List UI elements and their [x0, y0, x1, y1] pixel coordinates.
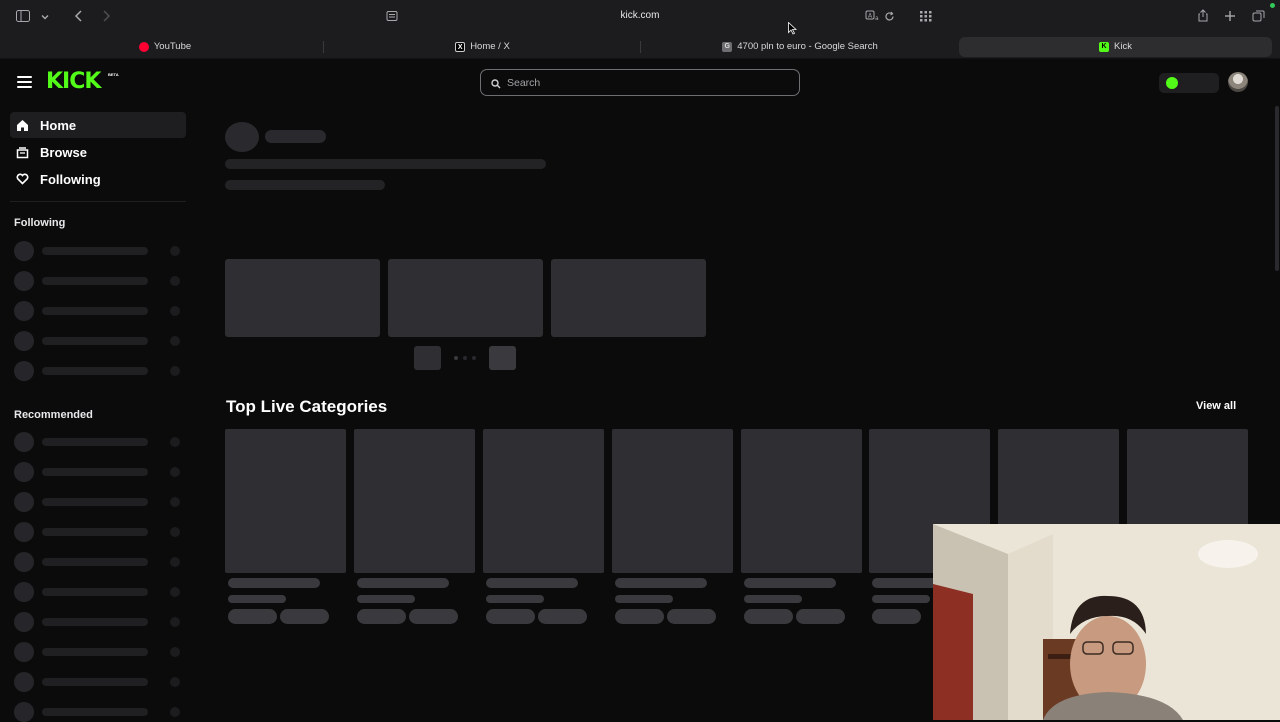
featured-title-skeleton: [225, 159, 546, 169]
sidebar-item-label: Home: [40, 117, 77, 133]
view-all-link[interactable]: View all: [1196, 400, 1236, 412]
x-favicon-icon: X: [455, 42, 466, 52]
tab-label: Kick: [1114, 41, 1132, 52]
tab-overview-icon[interactable]: [1249, 9, 1267, 27]
youtube-favicon-icon: [138, 42, 149, 52]
page-scrollbar[interactable]: [1275, 106, 1279, 271]
top-live-categories-title: Top Live Categories: [226, 397, 388, 416]
tab-x[interactable]: X Home / X: [330, 37, 635, 57]
tab-label: YouTube: [153, 41, 192, 52]
site-header: KICK BETA: [0, 60, 1280, 105]
menu-icon[interactable]: [17, 76, 32, 88]
carousel-dot[interactable]: [454, 356, 458, 360]
search-box[interactable]: [480, 69, 800, 96]
following-skeleton-row: [14, 331, 184, 351]
svg-text:A: A: [868, 13, 873, 20]
featured-avatar-skeleton: [225, 122, 259, 152]
home-icon: [14, 117, 30, 133]
browse-icon: [14, 144, 30, 160]
carousel-card[interactable]: [551, 259, 706, 337]
recommended-skeleton-row: [14, 612, 184, 632]
category-card[interactable]: [483, 429, 604, 573]
carousel-card[interactable]: [388, 259, 543, 337]
recommended-skeleton-row: [14, 522, 184, 542]
reader-icon[interactable]: [383, 9, 401, 27]
carousel-dot[interactable]: [472, 356, 476, 360]
following-skeleton-row: [14, 361, 184, 381]
tab-divider: [323, 41, 324, 53]
new-tab-icon[interactable]: [1221, 9, 1239, 27]
carousel-prev-button[interactable]: [414, 346, 441, 370]
sidebar-item-label: Following: [40, 171, 101, 187]
camera-indicator: [1270, 3, 1275, 8]
address-bar[interactable]: kick.com: [560, 10, 720, 21]
recommended-skeleton-row: [14, 702, 184, 722]
tab-divider: [640, 41, 641, 53]
carousel-dot[interactable]: [463, 356, 467, 360]
search-input[interactable]: [507, 70, 787, 95]
heart-icon: [14, 171, 30, 187]
featured-meta-skeleton: [225, 180, 385, 190]
grid-icon[interactable]: [917, 9, 935, 27]
recommended-skeleton-row: [14, 492, 184, 512]
featured-name-skeleton: [265, 130, 326, 143]
sidebar-divider: [10, 201, 186, 202]
recommended-skeleton-row: [14, 462, 184, 482]
sidebar-toggle-icon[interactable]: [14, 9, 32, 27]
sidebar: Home Browse Following Following Recommen…: [0, 105, 194, 722]
following-skeleton-row: [14, 271, 184, 291]
back-icon[interactable]: [70, 9, 88, 27]
recommended-skeleton-row: [14, 582, 184, 602]
tab-kick[interactable]: K Kick: [959, 37, 1272, 57]
sidebar-item-home[interactable]: Home: [10, 112, 186, 138]
google-favicon-icon: G: [722, 42, 733, 52]
svg-text:a: a: [875, 15, 879, 22]
recommended-skeleton-row: [14, 642, 184, 662]
tab-label: 4700 pln to euro - Google Search: [737, 41, 878, 52]
category-card[interactable]: [612, 429, 733, 573]
recommended-skeleton-row: [14, 432, 184, 452]
avatar[interactable]: [1228, 72, 1248, 92]
recommended-skeleton-row: [14, 672, 184, 692]
webcam-overlay: [933, 524, 1280, 720]
kick-logo[interactable]: KICK: [46, 69, 101, 94]
kick-favicon-icon: K: [1099, 42, 1110, 52]
following-skeleton-row: [14, 301, 184, 321]
sidebar-item-label: Browse: [40, 144, 87, 160]
chevron-down-icon[interactable]: [36, 9, 54, 27]
sidebar-item-browse[interactable]: Browse: [10, 139, 186, 165]
tab-google-search[interactable]: G 4700 pln to euro - Google Search: [645, 37, 955, 57]
search-icon: [491, 76, 501, 89]
status-dot-icon: [1166, 77, 1178, 89]
tab-label: Home / X: [470, 41, 510, 52]
forward-icon[interactable]: [97, 9, 115, 27]
extension-status-pill[interactable]: [1159, 73, 1219, 93]
browser-toolbar: kick.com Aa: [0, 0, 1280, 35]
tab-youtube[interactable]: YouTube: [10, 37, 320, 57]
sidebar-item-following[interactable]: Following: [10, 166, 186, 192]
recommended-skeleton-row: [14, 552, 184, 572]
category-card[interactable]: [225, 429, 346, 573]
share-icon[interactable]: [1194, 9, 1212, 27]
recommended-section-title: Recommended: [14, 409, 93, 421]
tab-bar: YouTube X Home / X G 4700 pln to euro - …: [0, 35, 1280, 59]
reload-icon[interactable]: [880, 9, 898, 27]
carousel-next-button[interactable]: [489, 346, 516, 370]
beta-badge: BETA: [108, 72, 119, 77]
following-skeleton-row: [14, 241, 184, 261]
category-card[interactable]: [741, 429, 862, 573]
carousel-card[interactable]: [225, 259, 380, 337]
category-card[interactable]: [354, 429, 475, 573]
following-section-title: Following: [14, 217, 66, 229]
